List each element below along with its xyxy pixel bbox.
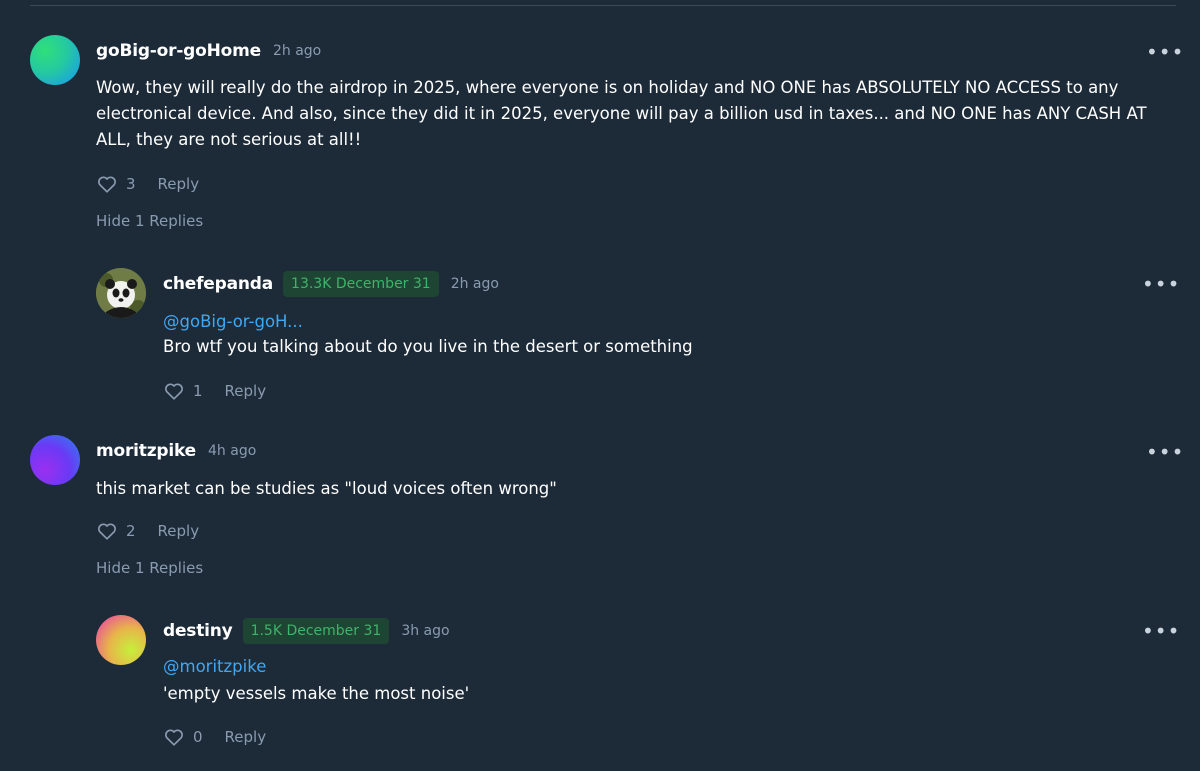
mention-link[interactable]: @moritzpike xyxy=(163,657,266,676)
mention-link[interactable]: @goBig-or-goH... xyxy=(163,312,303,331)
reply-header: chefepanda 13.3K December 31 2h ago xyxy=(163,271,499,297)
heart-icon[interactable] xyxy=(96,173,118,195)
username[interactable]: goBig-or-goHome xyxy=(96,41,261,61)
avatar[interactable] xyxy=(30,435,80,485)
more-options-icon[interactable]: ••• xyxy=(1146,442,1184,462)
timestamp: 4h ago xyxy=(208,443,257,459)
username[interactable]: destiny xyxy=(163,621,233,641)
more-options-icon[interactable]: ••• xyxy=(1146,42,1184,62)
timestamp: 2h ago xyxy=(272,43,322,59)
reply-button[interactable]: Reply xyxy=(158,522,200,540)
like-count: 2 xyxy=(126,522,136,540)
like-count: 0 xyxy=(193,728,203,746)
comment-header: goBig-or-goHome 2h ago xyxy=(96,38,321,64)
like-count: 1 xyxy=(193,382,203,400)
position-badge: 1.5K December 31 xyxy=(242,618,390,644)
panda-avatar[interactable] xyxy=(96,268,146,318)
heart-icon[interactable] xyxy=(96,520,118,542)
timestamp: 2h ago xyxy=(450,276,499,292)
reply-text: 'empty vessels make the most noise' xyxy=(163,684,470,703)
top-divider xyxy=(30,5,1176,6)
comment-actions: 2 Reply xyxy=(96,519,199,543)
username[interactable]: moritzpike xyxy=(96,441,196,461)
reply-button[interactable]: Reply xyxy=(225,382,267,400)
more-options-icon[interactable]: ••• xyxy=(1142,621,1180,641)
comment-header: moritzpike 4h ago xyxy=(96,438,256,464)
timestamp: 3h ago xyxy=(401,623,450,639)
hide-replies-button[interactable]: Hide 1 Replies xyxy=(96,559,203,577)
avatar[interactable] xyxy=(30,35,80,85)
reply-actions: 0 Reply xyxy=(163,725,266,749)
reply-text: Bro wtf you talking about do you live in… xyxy=(163,337,693,356)
avatar[interactable] xyxy=(96,615,146,665)
heart-icon[interactable] xyxy=(163,726,185,748)
comment-text: Wow, they will really do the airdrop in … xyxy=(96,78,1147,149)
reply-button[interactable]: Reply xyxy=(158,175,200,193)
position-badge: 13.3K December 31 xyxy=(283,271,439,297)
comment-actions: 3 Reply xyxy=(96,172,199,196)
username[interactable]: chefepanda xyxy=(163,274,273,294)
more-options-icon[interactable]: ••• xyxy=(1142,274,1180,294)
heart-icon[interactable] xyxy=(163,380,185,402)
reply-header: destiny 1.5K December 31 3h ago xyxy=(163,618,450,644)
comment-text: this market can be studies as "loud voic… xyxy=(96,479,557,498)
hide-replies-button[interactable]: Hide 1 Replies xyxy=(96,212,203,230)
panda-icon xyxy=(96,268,146,318)
reply-button[interactable]: Reply xyxy=(225,728,267,746)
reply-actions: 1 Reply xyxy=(163,379,266,403)
like-count: 3 xyxy=(126,175,136,193)
